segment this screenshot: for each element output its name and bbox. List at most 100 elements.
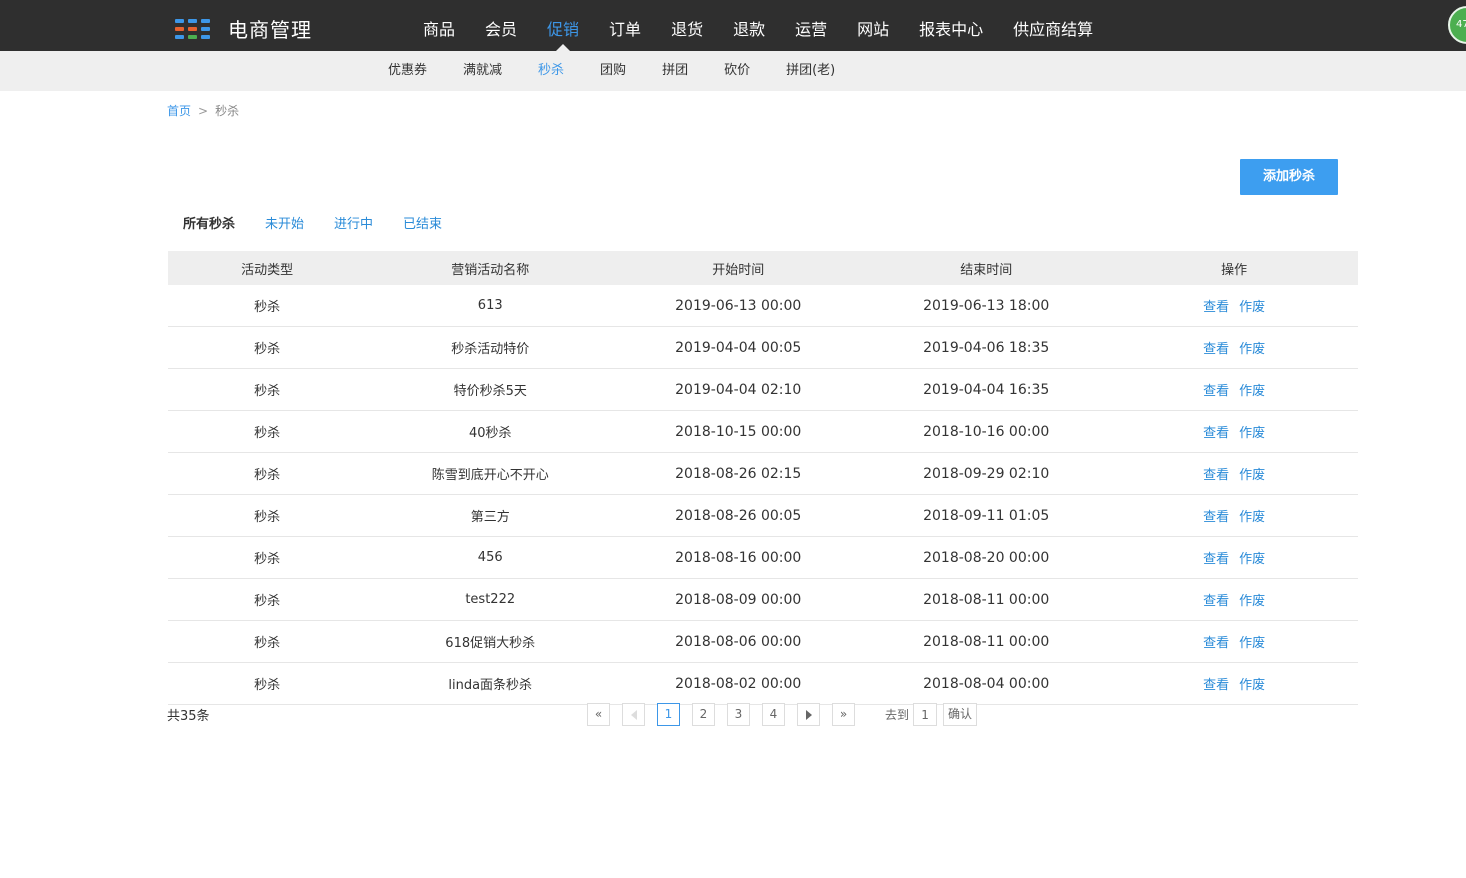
main-nav-item[interactable]: 运营 <box>780 0 842 51</box>
view-link[interactable]: 查看 <box>1203 384 1229 399</box>
void-link[interactable]: 作废 <box>1239 342 1265 357</box>
table-row: 秒杀 特价秒杀5天 2019-04-04 02:10 2019-04-04 16:35… <box>168 368 1358 411</box>
logo[interactable]: 电商管理 <box>175 14 312 43</box>
col-header-type: 活动类型 <box>168 251 367 285</box>
cell-end-time: 2018-09-11 01:05 <box>862 494 1111 537</box>
cell-actions: 查看 作废 <box>1110 494 1358 537</box>
view-link[interactable]: 查看 <box>1203 426 1229 441</box>
filter-tab[interactable]: 进行中 <box>319 213 388 232</box>
main-nav-item[interactable]: 订单 <box>594 0 656 51</box>
sub-nav: 优惠券 满就减 秒杀 团购 拼团 砍价 拼团(老) <box>370 51 853 91</box>
sub-nav-item[interactable]: 满就减 <box>445 51 520 91</box>
first-page-button[interactable]: « <box>587 703 610 726</box>
sub-nav-item[interactable]: 秒杀 <box>520 51 582 91</box>
void-link[interactable]: 作废 <box>1239 468 1265 483</box>
breadcrumb-home-link[interactable]: 首页 <box>167 104 191 118</box>
view-link[interactable]: 查看 <box>1203 594 1229 609</box>
view-link[interactable]: 查看 <box>1203 636 1229 651</box>
logo-grid-cell <box>188 34 197 39</box>
table-row: 秒杀 秒杀活动特价 2019-04-04 00:05 2019-04-06 18:35… <box>168 326 1358 369</box>
sub-nav-item[interactable]: 优惠券 <box>370 51 445 91</box>
main-nav-item[interactable]: 供应商结算 <box>998 0 1108 51</box>
cell-name: 特价秒杀5天 <box>366 368 615 411</box>
logo-grid-cell <box>201 18 210 23</box>
sub-nav-item[interactable]: 拼团(老) <box>768 51 853 91</box>
view-link[interactable]: 查看 <box>1203 342 1229 357</box>
page-number-button[interactable]: 3 <box>727 703 750 726</box>
sub-nav-item[interactable]: 团购 <box>582 51 644 91</box>
cell-actions: 查看 作废 <box>1110 326 1358 369</box>
table-row: 秒杀 linda面条秒杀 2018-08-02 00:00 2018-08-04 00… <box>168 662 1358 705</box>
cell-end-time: 2019-04-04 16:35 <box>862 368 1111 411</box>
pagination: « 1234 » 去到 确认 <box>587 703 978 726</box>
cell-start-time: 2018-08-26 02:15 <box>614 452 863 495</box>
seckill-table: 活动类型 营销活动名称 开始时间 结束时间 操作 秒杀 613 2019-06-13… <box>168 251 1358 705</box>
last-page-button[interactable]: » <box>832 703 855 726</box>
filter-tab[interactable]: 未开始 <box>250 213 319 232</box>
cell-end-time: 2018-08-11 00:00 <box>862 578 1111 621</box>
void-link[interactable]: 作废 <box>1239 384 1265 399</box>
void-link[interactable]: 作废 <box>1239 594 1265 609</box>
cell-actions: 查看 作废 <box>1110 536 1358 579</box>
status-filter-tabs: 所有秒杀 未开始 进行中 已结束 <box>168 213 457 232</box>
cell-actions: 查看 作废 <box>1110 452 1358 495</box>
cell-end-time: 2018-10-16 00:00 <box>862 410 1111 453</box>
void-link[interactable]: 作废 <box>1239 300 1265 315</box>
void-link[interactable]: 作废 <box>1239 678 1265 693</box>
view-link[interactable]: 查看 <box>1203 678 1229 693</box>
page-number-button[interactable]: 1 <box>657 703 680 726</box>
page-number-button[interactable]: 4 <box>762 703 785 726</box>
app-title: 电商管理 <box>228 18 312 42</box>
main-nav-item[interactable]: 退货 <box>656 0 718 51</box>
cell-name: 秒杀活动特价 <box>366 326 615 369</box>
void-link[interactable]: 作废 <box>1239 510 1265 525</box>
main-nav-item[interactable]: 促销 <box>532 0 594 52</box>
next-page-button[interactable] <box>797 703 820 726</box>
cell-type: 秒杀 <box>168 536 367 579</box>
prev-page-button[interactable] <box>622 703 645 726</box>
table-row: 秒杀 40秒杀 2018-10-15 00:00 2018-10-16 00:00 查看… <box>168 410 1358 453</box>
sub-nav-item[interactable]: 拼团 <box>644 51 706 91</box>
cell-name: linda面条秒杀 <box>366 662 615 705</box>
filter-tab[interactable]: 所有秒杀 <box>168 213 250 232</box>
table-row: 秒杀 456 2018-08-16 00:00 2018-08-20 00:00 查看作… <box>168 536 1358 579</box>
cell-actions: 查看 作废 <box>1110 368 1358 411</box>
main-nav-item[interactable]: 网站 <box>842 0 904 51</box>
page-numbers: 1234 <box>657 703 797 726</box>
sub-nav-item[interactable]: 砍价 <box>706 51 768 91</box>
cell-actions: 查看 作废 <box>1110 620 1358 663</box>
add-seckill-button[interactable]: 添加秒杀 <box>1240 159 1338 195</box>
view-link[interactable]: 查看 <box>1203 468 1229 483</box>
triangle-left-icon <box>630 709 637 720</box>
void-link[interactable]: 作废 <box>1239 552 1265 567</box>
view-link[interactable]: 查看 <box>1203 552 1229 567</box>
cell-name: 456 <box>366 536 615 579</box>
table-row: 秒杀 test222 2018-08-09 00:00 2018-08-11 00:0… <box>168 578 1358 621</box>
void-link[interactable]: 作废 <box>1239 426 1265 441</box>
total-count: 共35条 <box>167 709 210 724</box>
view-link[interactable]: 查看 <box>1203 300 1229 315</box>
cell-start-time: 2019-04-04 02:10 <box>614 368 863 411</box>
void-link[interactable]: 作废 <box>1239 636 1265 651</box>
cell-start-time: 2018-08-09 00:00 <box>614 578 863 621</box>
view-link[interactable]: 查看 <box>1203 510 1229 525</box>
cell-name: 40秒杀 <box>366 410 615 453</box>
cell-start-time: 2018-08-16 00:00 <box>614 536 863 579</box>
logo-grid-cell <box>175 18 184 23</box>
main-nav-item[interactable]: 退款 <box>718 0 780 51</box>
logo-grid-cell <box>175 26 184 31</box>
page-number-button[interactable]: 2 <box>692 703 715 726</box>
main-nav-item[interactable]: 报表中心 <box>904 0 998 51</box>
cell-type: 秒杀 <box>168 452 367 495</box>
cell-type: 秒杀 <box>168 368 367 411</box>
main-nav-item[interactable]: 会员 <box>470 0 532 51</box>
cell-start-time: 2018-08-06 00:00 <box>614 620 863 663</box>
goto-confirm-button[interactable]: 确认 <box>943 703 978 726</box>
notification-badge[interactable]: 47 <box>1448 6 1466 44</box>
main-nav-item[interactable]: 商品 <box>408 0 470 51</box>
goto-page-input[interactable] <box>913 703 938 726</box>
filter-tab[interactable]: 已结束 <box>388 213 457 232</box>
cell-end-time: 2018-08-20 00:00 <box>862 536 1111 579</box>
cell-start-time: 2019-04-04 00:05 <box>614 326 863 369</box>
cell-name: 618促销大秒杀 <box>366 620 615 663</box>
